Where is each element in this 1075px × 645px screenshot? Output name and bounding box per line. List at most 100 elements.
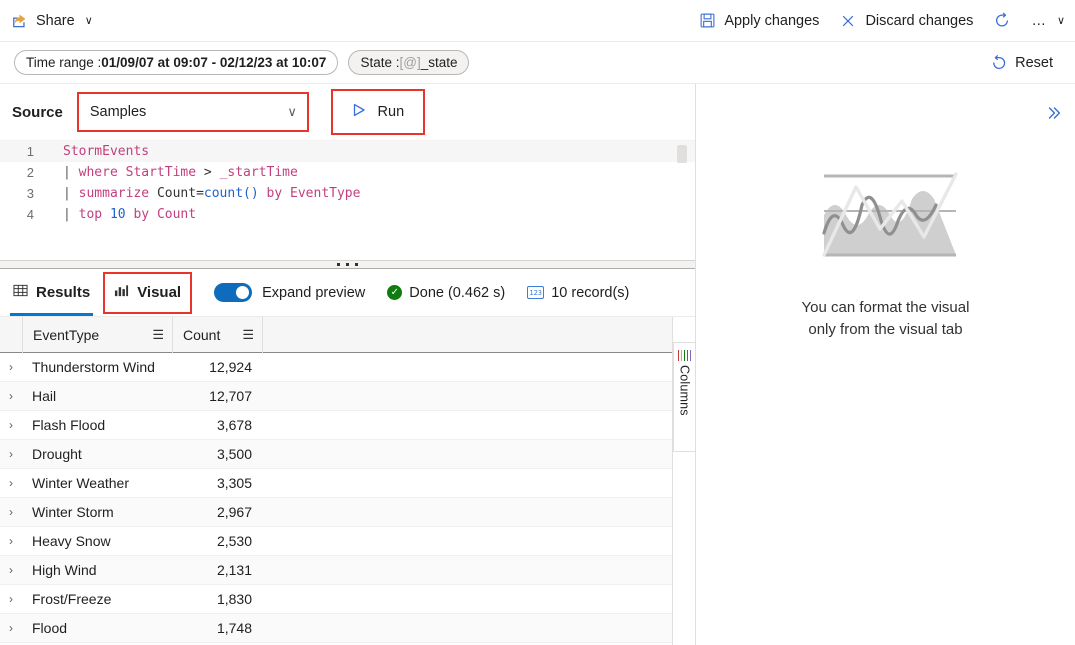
column-menu-icon[interactable]: ☰ bbox=[242, 328, 254, 341]
source-row: Source Samples ∨ Run bbox=[0, 84, 695, 140]
column-header-eventtype[interactable]: EventType ☰ bbox=[22, 317, 172, 353]
editor-scrollbar-thumb[interactable] bbox=[677, 145, 687, 163]
cell-eventtype: Flood bbox=[32, 620, 68, 636]
code-token: > bbox=[203, 165, 220, 180]
visual-placeholder: You can format the visual only from the … bbox=[696, 159, 1075, 341]
results-tab-bar: Results Visual Expand preview ✓ Done (0.… bbox=[0, 269, 695, 317]
horizontal-splitter[interactable] bbox=[0, 260, 695, 269]
visual-pane-message-line2: only from the visual tab bbox=[808, 320, 963, 338]
code-token: by bbox=[125, 207, 157, 222]
chevron-down-icon[interactable]: ∨ bbox=[1057, 14, 1065, 27]
expand-panel-button[interactable] bbox=[1039, 98, 1069, 128]
source-select-value: Samples bbox=[89, 104, 147, 120]
table-row[interactable]: › Winter Storm 2,967 bbox=[0, 498, 672, 527]
tab-results-label: Results bbox=[36, 284, 91, 301]
state-prefix: State : bbox=[360, 55, 400, 70]
row-expand-icon[interactable]: › bbox=[0, 418, 22, 432]
tab-visual[interactable]: Visual bbox=[103, 271, 193, 314]
columns-tab-label: Columns bbox=[677, 365, 692, 416]
visual-pane-message: You can format the visual only from the … bbox=[802, 297, 970, 341]
chevron-down-icon[interactable]: ∨ bbox=[85, 14, 93, 27]
code-token: 10 bbox=[109, 207, 126, 222]
table-row[interactable]: › High Wind 2,131 bbox=[0, 556, 672, 585]
cell-eventtype: High Wind bbox=[32, 562, 97, 578]
kusto-query-editor: Share ∨ Apply changes Discard changes … … bbox=[0, 0, 1075, 645]
column-header-count-label: Count bbox=[183, 326, 221, 343]
reset-label: Reset bbox=[1015, 54, 1053, 71]
code-token: Count bbox=[156, 207, 197, 222]
table-row[interactable]: › Winter Weather 3,305 bbox=[0, 469, 672, 498]
close-icon bbox=[839, 12, 857, 30]
row-expand-icon[interactable]: › bbox=[0, 534, 22, 548]
table-row[interactable]: › Heavy Snow 2,530 bbox=[0, 527, 672, 556]
editor-line[interactable]: 1 StormEvents bbox=[0, 141, 695, 162]
save-icon bbox=[698, 12, 716, 30]
results-grid: EventType ☰ Count ☰ › Thunderstorm Wind 12… bbox=[0, 317, 672, 645]
apply-changes-label: Apply changes bbox=[724, 12, 820, 29]
row-expand-icon[interactable]: › bbox=[0, 476, 22, 490]
query-editor[interactable]: 1 StormEvents 2 | where StartTime > _startT… bbox=[0, 140, 695, 260]
more-options-button[interactable]: … ∨ bbox=[1023, 5, 1073, 37]
chevron-down-icon: ∨ bbox=[287, 104, 297, 119]
column-menu-icon[interactable]: ☰ bbox=[152, 328, 164, 341]
tab-results[interactable]: Results bbox=[0, 270, 103, 316]
run-label: Run bbox=[377, 104, 405, 120]
share-button[interactable]: Share ∨ bbox=[2, 5, 101, 37]
refresh-button[interactable] bbox=[985, 5, 1019, 37]
cell-count: 3,500 bbox=[216, 446, 252, 462]
line-code: | summarize Count=count() by EventType bbox=[46, 186, 360, 201]
cell-count: 12,924 bbox=[209, 359, 252, 375]
state-pill[interactable]: State : [@] _state bbox=[348, 50, 470, 75]
run-button[interactable]: Run bbox=[332, 91, 423, 133]
row-expand-icon[interactable]: › bbox=[0, 563, 22, 577]
source-select-annotation: Samples ∨ bbox=[76, 92, 309, 132]
chart-icon bbox=[114, 283, 129, 302]
editor-line[interactable]: 2 | where StartTime > _startTime bbox=[0, 162, 695, 183]
table-row[interactable]: › Thunderstorm Wind 12,924 bbox=[0, 353, 672, 382]
cell-eventtype: Heavy Snow bbox=[32, 533, 111, 549]
row-expand-icon[interactable]: › bbox=[0, 360, 22, 374]
cell-count: 2,530 bbox=[216, 533, 252, 549]
row-expand-icon[interactable]: › bbox=[0, 621, 22, 635]
row-expand-icon[interactable]: › bbox=[0, 592, 22, 606]
row-expand-icon[interactable]: › bbox=[0, 505, 22, 519]
query-status-text: Done (0.462 s) bbox=[409, 284, 506, 301]
column-header-eventtype-label: EventType bbox=[33, 326, 100, 343]
reset-button[interactable]: Reset bbox=[982, 48, 1061, 78]
table-row[interactable]: › Flood 1,748 bbox=[0, 614, 672, 643]
row-expand-icon[interactable]: › bbox=[0, 447, 22, 461]
cell-eventtype: Drought bbox=[32, 446, 82, 462]
table-row[interactable]: › Hail 12,707 bbox=[0, 382, 672, 411]
column-header-filler bbox=[262, 317, 672, 353]
table-row[interactable]: › Drought 3,500 bbox=[0, 440, 672, 469]
column-header-count[interactable]: Count ☰ bbox=[172, 317, 262, 353]
cell-count: 3,305 bbox=[216, 475, 252, 491]
table-icon bbox=[13, 283, 28, 302]
row-expand-icon[interactable]: › bbox=[0, 389, 22, 403]
code-token: _startTime bbox=[219, 165, 298, 180]
cell-eventtype: Hail bbox=[32, 388, 57, 404]
apply-changes-button[interactable]: Apply changes bbox=[690, 5, 827, 37]
ellipsis-icon: … bbox=[1031, 12, 1047, 29]
command-bar: Share ∨ Apply changes Discard changes … … bbox=[0, 0, 1075, 42]
record-count-icon: 123 bbox=[527, 286, 545, 299]
discard-changes-button[interactable]: Discard changes bbox=[831, 5, 981, 37]
cell-count: 1,748 bbox=[216, 620, 252, 636]
editor-line[interactable]: 4 | top 10 by Count bbox=[0, 204, 695, 225]
state-value: _state bbox=[420, 55, 458, 70]
code-token: StormEvents bbox=[63, 144, 150, 159]
columns-tab[interactable]: Columns bbox=[673, 342, 696, 452]
table-row[interactable]: › Frost/Freeze 1,830 bbox=[0, 585, 672, 614]
source-select[interactable]: Samples ∨ bbox=[78, 94, 307, 130]
cell-count: 3,678 bbox=[216, 417, 252, 433]
editor-line[interactable]: 3 | summarize Count=count() by EventType bbox=[0, 183, 695, 204]
line-number: 1 bbox=[26, 144, 34, 159]
cell-count: 2,967 bbox=[216, 504, 252, 520]
visual-pane-message-line1: You can format the visual bbox=[801, 299, 970, 316]
code-token: | bbox=[63, 186, 79, 201]
table-row[interactable]: › Flash Flood 3,678 bbox=[0, 411, 672, 440]
discard-changes-label: Discard changes bbox=[865, 12, 974, 29]
expand-preview-toggle[interactable] bbox=[214, 283, 253, 302]
line-number: 3 bbox=[26, 186, 34, 201]
time-range-pill[interactable]: Time range : 01/09/07 at 09:07 - 02/12/2… bbox=[14, 50, 339, 75]
